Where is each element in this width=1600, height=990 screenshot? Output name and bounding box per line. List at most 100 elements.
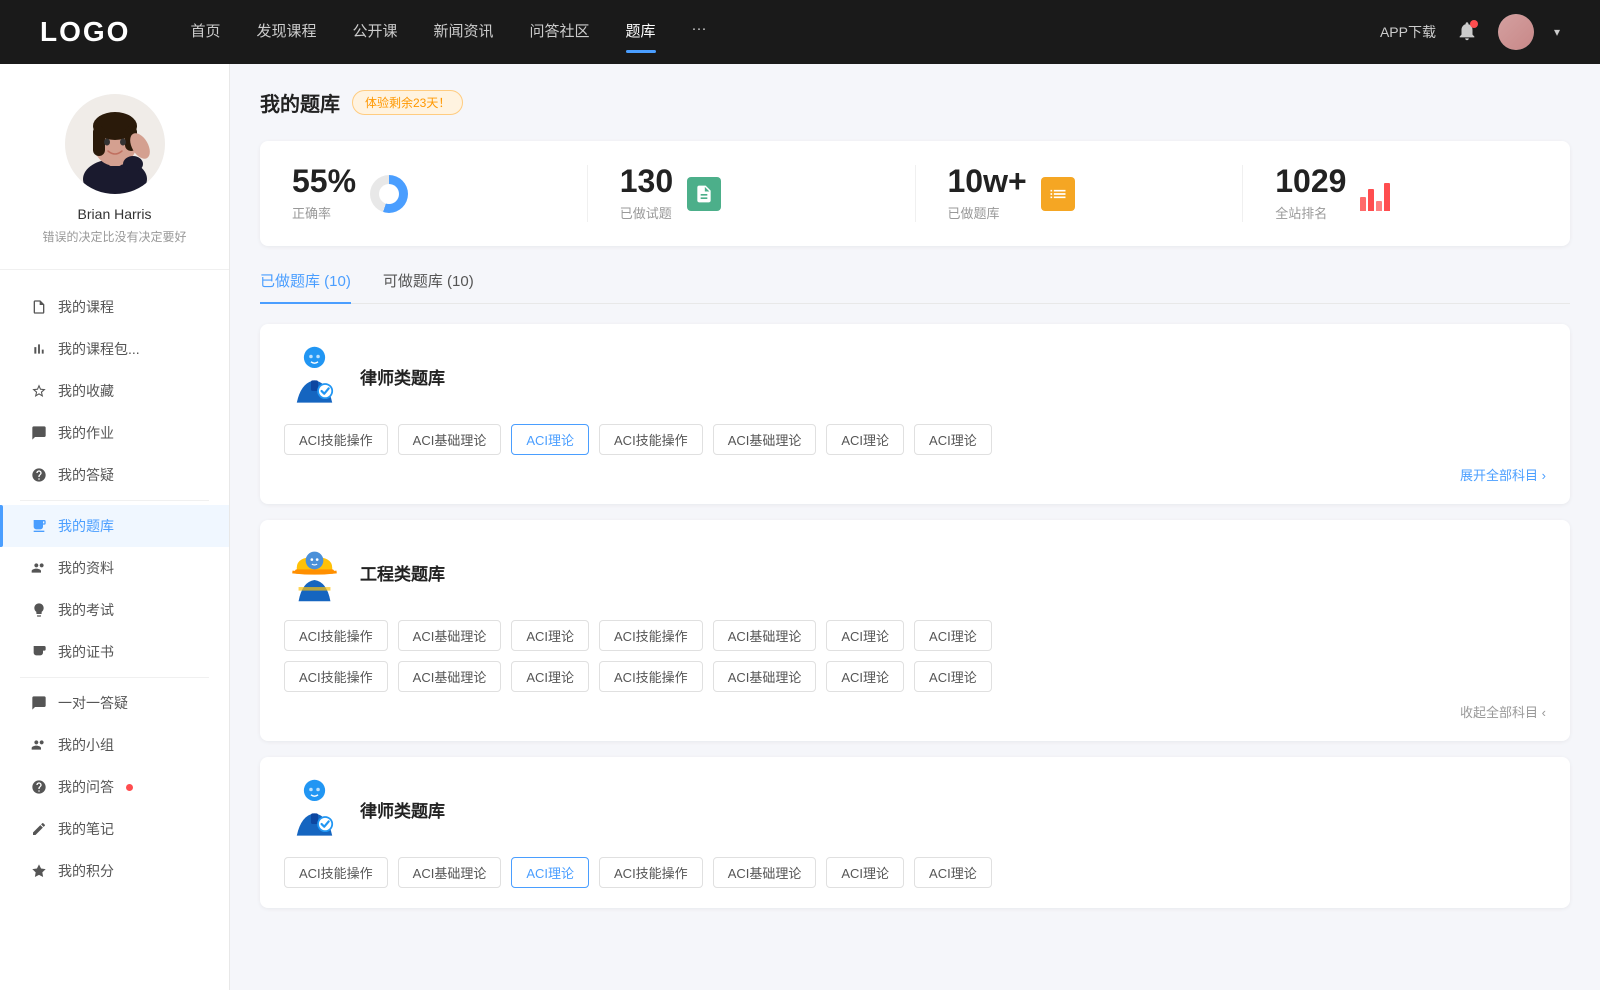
bank-tabs: 已做题库 (10) 可做题库 (10) [260,270,1570,304]
tag-lawyer2-1[interactable]: ACI技能操作 [284,857,388,888]
done-questions-label: 已做试题 [620,203,673,222]
sidebar-item-certificate[interactable]: 我的证书 [0,631,229,673]
tab-done[interactable]: 已做题库 (10) [260,270,351,303]
sidebar-item-homework-label: 我的作业 [58,423,114,443]
group-icon [30,736,48,754]
tag-eng2-6[interactable]: ACI理论 [826,661,904,692]
app-download-button[interactable]: APP下载 [1380,22,1436,42]
page-title: 我的题库 [260,88,340,117]
tag-lawyer1-2[interactable]: ACI基础理论 [398,424,502,455]
tag-eng1-1[interactable]: ACI技能操作 [284,620,388,651]
sidebar-avatar[interactable] [65,94,165,194]
nav-home[interactable]: 首页 [190,20,220,45]
user-name: Brian Harris [78,206,152,222]
sidebar-item-exam-label: 我的考试 [58,600,114,620]
sidebar-item-points[interactable]: 我的积分 [0,850,229,892]
nav-qa[interactable]: 问答社区 [530,20,590,45]
nav-open[interactable]: 公开课 [352,20,397,45]
avatar-image [1498,14,1534,50]
sidebar-item-questions[interactable]: 我的答疑 [0,454,229,496]
sidebar-item-one-on-one[interactable]: 一对一答疑 [0,682,229,724]
sidebar-item-homework[interactable]: 我的作业 [0,412,229,454]
bank-card-lawyer1-footer: 展开全部科目 [284,465,1546,484]
sidebar-item-course-package-label: 我的课程包... [58,339,140,359]
exam-icon [30,601,48,619]
tag-eng2-2[interactable]: ACI基础理论 [398,661,502,692]
tag-lawyer2-4[interactable]: ACI技能操作 [599,857,703,888]
user-menu-caret[interactable]: ▾ [1554,25,1560,39]
tag-eng2-3[interactable]: ACI理论 [511,661,589,692]
tag-eng1-7[interactable]: ACI理论 [914,620,992,651]
logo[interactable]: LOGO [40,16,130,48]
page-header: 我的题库 体验剩余23天！ [260,88,1570,117]
tag-lawyer1-5[interactable]: ACI基础理论 [713,424,817,455]
sidebar-item-notes-label: 我的笔记 [58,819,114,839]
accuracy-icon [370,175,408,213]
sidebar-item-my-qa[interactable]: 我的问答 [0,766,229,808]
user-motto: 错误的决定比没有决定要好 [42,228,186,245]
engineer1-icon [284,540,344,604]
tab-available[interactable]: 可做题库 (10) [383,270,474,303]
sidebar-item-bank-label: 我的题库 [58,516,114,536]
done-banks-icon [1041,177,1075,211]
tag-lawyer1-3[interactable]: ACI理论 [511,424,589,455]
bank-card-lawyer1-header: 律师类题库 [284,344,1546,408]
bank-icon [30,517,48,535]
sidebar-item-exam[interactable]: 我的考试 [0,589,229,631]
divider-2 [20,677,209,678]
sidebar-item-my-qa-label: 我的问答 [58,777,114,797]
tag-lawyer2-6[interactable]: ACI理论 [826,857,904,888]
questions-icon [30,466,48,484]
notification-bell[interactable] [1456,20,1478,45]
bank-card-lawyer2-tags: ACI技能操作 ACI基础理论 ACI理论 ACI技能操作 ACI基础理论 AC… [284,857,1546,888]
nav-news[interactable]: 新闻资讯 [434,20,494,45]
sidebar-item-profile-label: 我的资料 [58,558,114,578]
sidebar-item-profile[interactable]: 我的资料 [0,547,229,589]
sidebar-item-favorites[interactable]: 我的收藏 [0,370,229,412]
tag-eng1-3[interactable]: ACI理论 [511,620,589,651]
nav-more[interactable]: ··· [692,20,707,45]
tag-eng1-6[interactable]: ACI理论 [826,620,904,651]
user-avatar[interactable] [1498,14,1534,50]
sidebar-item-certificate-label: 我的证书 [58,642,114,662]
sidebar-item-group[interactable]: 我的小组 [0,724,229,766]
tag-eng1-2[interactable]: ACI基础理论 [398,620,502,651]
tag-eng2-7[interactable]: ACI理论 [914,661,992,692]
tag-lawyer2-7[interactable]: ACI理论 [914,857,992,888]
rank-icon [1360,177,1394,211]
certificate-icon [30,643,48,661]
done-questions-number: 130 [620,165,673,197]
bank-card-lawyer2-title: 律师类题库 [360,797,445,822]
sidebar: Brian Harris 错误的决定比没有决定要好 我的课程 我的课程包... [0,64,230,990]
lawyer2-icon [284,777,344,841]
nav-bank[interactable]: 题库 [626,20,656,45]
tag-eng2-1[interactable]: ACI技能操作 [284,661,388,692]
sidebar-item-notes[interactable]: 我的笔记 [0,808,229,850]
tag-lawyer1-6[interactable]: ACI理论 [826,424,904,455]
notes-icon [30,820,48,838]
nav-courses[interactable]: 发现课程 [256,20,316,45]
tag-lawyer1-1[interactable]: ACI技能操作 [284,424,388,455]
tag-eng1-4[interactable]: ACI技能操作 [599,620,703,651]
tag-eng1-5[interactable]: ACI基础理论 [713,620,817,651]
expand-lawyer1-button[interactable]: 展开全部科目 [1460,465,1546,484]
rank-number: 1029 [1275,165,1346,197]
sidebar-item-my-courses[interactable]: 我的课程 [0,286,229,328]
sidebar-item-course-package[interactable]: 我的课程包... [0,328,229,370]
tag-lawyer1-4[interactable]: ACI技能操作 [599,424,703,455]
tag-eng2-5[interactable]: ACI基础理论 [713,661,817,692]
sidebar-item-bank[interactable]: 我的题库 [0,505,229,547]
sidebar-item-my-courses-label: 我的课程 [58,297,114,317]
stat-done-banks: 10w+ 已做题库 [916,165,1244,222]
bank-card-engineer1: 工程类题库 ACI技能操作 ACI基础理论 ACI理论 ACI技能操作 ACI基… [260,520,1570,741]
sidebar-item-group-label: 我的小组 [58,735,114,755]
done-banks-number: 10w+ [948,165,1027,197]
tag-eng2-4[interactable]: ACI技能操作 [599,661,703,692]
collapse-engineer1-button[interactable]: 收起全部科目 [1460,702,1546,721]
tag-lawyer2-2[interactable]: ACI基础理论 [398,857,502,888]
bank-card-lawyer1: 律师类题库 ACI技能操作 ACI基础理论 ACI理论 ACI技能操作 ACI基… [260,324,1570,504]
tag-lawyer1-7[interactable]: ACI理论 [914,424,992,455]
tag-lawyer2-5[interactable]: ACI基础理论 [713,857,817,888]
tag-lawyer2-3[interactable]: ACI理论 [511,857,589,888]
bank-card-engineer1-title: 工程类题库 [360,560,445,585]
